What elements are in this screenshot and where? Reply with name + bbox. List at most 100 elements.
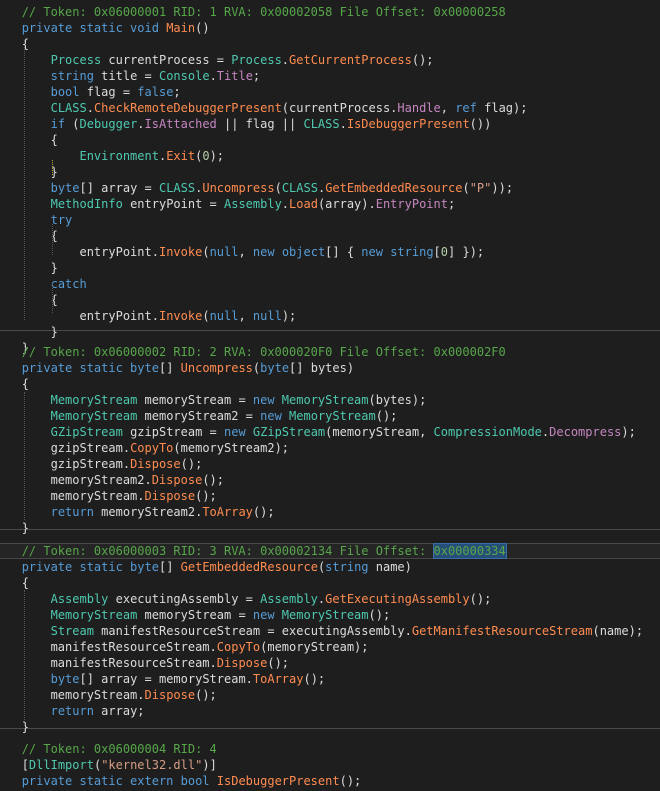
code-line[interactable]: bool flag = false;	[0, 84, 660, 100]
code-line[interactable]: return memoryStream2.ToArray();	[0, 504, 660, 520]
code-editor[interactable]: // Token: 0x06000001 RID: 1 RVA: 0x00002…	[0, 0, 660, 791]
code-token: [] array =	[79, 181, 159, 195]
code-line[interactable]: string title = Console.Title;	[0, 68, 660, 84]
code-line[interactable]: CLASS.CheckRemoteDebuggerPresent(current…	[0, 100, 660, 116]
code-token: Debugger	[79, 117, 138, 131]
code-line[interactable]: {	[0, 292, 660, 308]
code-token: MemoryStream	[50, 608, 138, 622]
code-token: currentProcess =	[101, 53, 232, 67]
code-token: EntryPoint	[375, 197, 448, 211]
comment-text: // Token: 0x06000002 RID: 2 RVA: 0x00002…	[21, 345, 506, 359]
code-token: ,	[238, 245, 253, 259]
code-line[interactable]: MemoryStream memoryStream = new MemorySt…	[0, 392, 660, 408]
token-comment[interactable]: // Token: 0x06000001 RID: 1 RVA: 0x00002…	[0, 4, 660, 20]
code-line[interactable]: if (Debugger.IsAttached || flag || CLASS…	[0, 116, 660, 132]
code-token: {	[21, 133, 58, 147]
code-line[interactable]: memoryStream.Dispose();	[0, 488, 660, 504]
code-token: GetCurrentProcess	[289, 53, 412, 67]
code-line[interactable]: MemoryStream memoryStream2 = new MemoryS…	[0, 408, 660, 424]
code-line[interactable]: }	[0, 164, 660, 180]
code-token: [] bytes)	[289, 361, 355, 375]
code-line[interactable]: }	[0, 719, 660, 735]
code-token: ();	[339, 774, 362, 788]
code-token: title =	[93, 69, 159, 83]
code-line[interactable]: {	[0, 575, 660, 591]
code-line[interactable]: memoryStream2.Dispose();	[0, 472, 660, 488]
code-line[interactable]: MethodInfo entryPoint = Assembly.Load(ar…	[0, 196, 660, 212]
code-line[interactable]: GZipStream gzipStream = new GZipStream(m…	[0, 424, 660, 440]
code-line[interactable]: entryPoint.Invoke(null, new object[] { n…	[0, 244, 660, 260]
code-line[interactable]: private static byte[] GetEmbeddedResourc…	[0, 559, 660, 575]
code-token: ;	[252, 69, 261, 83]
code-token: {	[21, 37, 29, 51]
code-line[interactable]: gzipStream.CopyTo(memoryStream2);	[0, 440, 660, 456]
code-line[interactable]: private static extern bool IsDebuggerPre…	[0, 773, 660, 789]
selected-file-offset[interactable]: 0x00000334	[432, 543, 507, 559]
code-token: (bytes);	[368, 393, 427, 407]
code-token: name)	[368, 560, 412, 574]
code-token: byte	[50, 672, 80, 686]
code-token: entryPoint.	[21, 309, 159, 323]
code-token: CLASS	[281, 181, 318, 195]
code-line[interactable]: {	[0, 376, 660, 392]
code-token: IsAttached	[144, 117, 217, 131]
code-line[interactable]: private static byte[] Uncompress(byte[] …	[0, 360, 660, 376]
code-token: if	[50, 117, 66, 131]
code-token: null	[209, 245, 239, 259]
code-line[interactable]: memoryStream.Dispose();	[0, 687, 660, 703]
code-token: private static void	[21, 21, 167, 35]
code-line[interactable]: try	[0, 212, 660, 228]
code-line[interactable]: entryPoint.Invoke(null, null);	[0, 308, 660, 324]
indent-guide	[24, 590, 25, 720]
code-token: Dispose	[216, 656, 268, 670]
token-comment[interactable]: // Token: 0x06000002 RID: 2 RVA: 0x00002…	[0, 344, 660, 360]
code-token: (	[274, 181, 282, 195]
code-token: Assembly	[50, 592, 109, 606]
code-line[interactable]: }	[0, 260, 660, 276]
code-line[interactable]: }	[0, 520, 660, 536]
code-line[interactable]: byte[] array = CLASS.Uncompress(CLASS.Ge…	[0, 180, 660, 196]
code-line[interactable]: manifestResourceStream.CopyTo(memoryStre…	[0, 639, 660, 655]
code-line[interactable]: Assembly executingAssembly = Assembly.Ge…	[0, 591, 660, 607]
code-token: "kernel32.dll"	[101, 758, 203, 772]
code-line[interactable]: return array;	[0, 703, 660, 719]
code-line[interactable]: {	[0, 228, 660, 244]
code-token: CLASS	[50, 101, 87, 115]
code-line[interactable]: private static void Main()	[0, 20, 660, 36]
code-line[interactable]: Environment.Exit(0);	[0, 148, 660, 164]
code-token: ,	[238, 309, 253, 323]
code-line[interactable]: }	[0, 324, 660, 340]
code-line[interactable]: gzipStream.Dispose();	[0, 456, 660, 472]
code-token: IsDebuggerPresent	[346, 117, 470, 131]
code-token: ();	[202, 473, 224, 487]
code-line[interactable]: Stream manifestResourceStream = executin…	[0, 623, 660, 639]
code-token: [	[433, 245, 441, 259]
token-comment[interactable]: // Token: 0x06000003 RID: 3 RVA: 0x00002…	[0, 543, 660, 559]
code-token: (	[462, 181, 470, 195]
code-line[interactable]: byte[] array = memoryStream.ToArray();	[0, 671, 660, 687]
code-line[interactable]: {	[0, 132, 660, 148]
code-line[interactable]: MemoryStream memoryStream = new MemorySt…	[0, 607, 660, 623]
code-token: ,	[440, 101, 456, 115]
code-token: }	[21, 325, 58, 339]
code-token: try	[50, 213, 73, 227]
token-comment[interactable]: // Token: 0x06000004 RID: 4	[0, 741, 660, 757]
code-line[interactable]: catch	[0, 276, 660, 292]
code-line[interactable]: [DllImport("kernel32.dll")]	[0, 757, 660, 773]
code-line[interactable]: manifestResourceStream.Dispose();	[0, 655, 660, 671]
code-line[interactable]: {	[0, 36, 660, 52]
code-token: memoryStream.	[21, 688, 145, 702]
code-token: ();	[368, 608, 391, 622]
code-line[interactable]: Process currentProcess = Process.GetCurr…	[0, 52, 660, 68]
